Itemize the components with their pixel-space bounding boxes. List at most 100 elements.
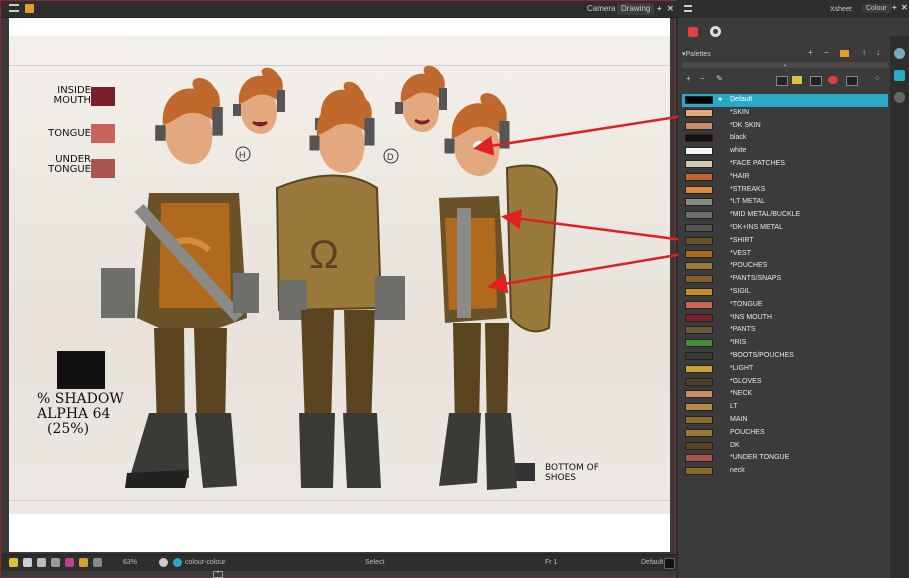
remove-colour-icon[interactable]: − [700,74,705,83]
colour-swatch[interactable] [685,377,713,386]
colour-row[interactable]: *POUCHES [682,260,888,273]
colour-name: *IRIS [730,339,747,347]
colour-swatch[interactable] [685,223,713,232]
colour-row[interactable]: neck [682,465,888,478]
move-up-icon[interactable]: ↑ [862,48,866,57]
remove-palette-icon[interactable]: − [824,48,829,57]
colour-name: *SKIN [730,108,750,116]
colour-name: *HAIR [730,172,750,180]
colour-name: *SHIRT [730,236,754,244]
colour-name: white [730,147,747,155]
colour-swatch[interactable] [685,236,713,245]
colour-name: *POUCHES [730,262,768,270]
colour-row[interactable]: *SIGIL [682,286,888,299]
swatch-tool-5-icon[interactable] [846,76,858,86]
colour-swatch[interactable] [685,275,713,284]
move-down-icon[interactable]: ↓ [876,48,880,57]
add-palette-icon[interactable]: + [808,48,813,57]
colour-swatch[interactable] [685,454,713,463]
swatch-tool-4-icon[interactable] [828,76,838,84]
side-tool-3-icon[interactable] [894,92,905,103]
colour-row[interactable]: *FACE PATCHES [682,158,888,171]
colour-row[interactable]: *LIGHT [682,363,888,376]
colour-row[interactable]: *GLOVES [682,376,888,389]
colour-row[interactable]: *DK SKIN [682,120,888,133]
swatch-tool-3-icon[interactable] [810,76,822,86]
colour-name: LT [730,403,738,411]
colour-swatch[interactable] [685,467,713,476]
colour-name: *UNDER TONGUE [730,454,790,462]
colour-row[interactable]: MAIN [682,414,888,427]
colour-swatch[interactable] [685,121,713,130]
colour-options-icon[interactable]: ⁘ [874,74,881,83]
colour-picker-icon[interactable] [688,27,698,37]
colour-row[interactable]: *BOOTS/POUCHES [682,350,888,363]
colour-name: *INS MOUTH [730,313,772,321]
add-colour-icon[interactable]: + [686,74,691,83]
colour-row[interactable]: *INS MOUTH [682,312,888,325]
swatch-tool-2-icon[interactable] [792,76,802,84]
colour-swatch[interactable] [685,428,713,437]
colour-row[interactable]: DK [682,440,888,453]
colour-row[interactable]: white [682,145,888,158]
colour-row[interactable]: POUCHES [682,427,888,440]
colour-swatch[interactable] [685,172,713,181]
colour-swatch[interactable] [685,415,713,424]
folder-icon[interactable] [840,50,849,57]
colour-row[interactable]: *PANTS [682,324,888,337]
colour-swatch[interactable] [685,390,713,399]
colour-row[interactable]: ● Default [682,94,888,107]
colour-swatch[interactable] [685,185,713,194]
colour-name: DK [730,441,740,449]
colour-row[interactable]: *MID METAL/BUCKLE [682,209,888,222]
colour-swatch[interactable] [685,211,713,220]
palettes-header[interactable]: ▾Palettes [682,50,711,58]
panel-menu-icon[interactable] [684,5,692,12]
colour-row[interactable]: *DK+INS METAL [682,222,888,235]
colour-swatch[interactable] [685,262,713,271]
settings-gear-icon[interactable] [710,26,721,37]
colour-swatch[interactable] [685,96,713,104]
colour-row[interactable]: *TONGUE [682,299,888,312]
colour-swatch[interactable] [685,249,713,258]
colour-swatch[interactable] [685,364,713,373]
colour-row[interactable]: *SHIRT [682,235,888,248]
colour-swatch[interactable] [685,198,713,207]
colour-row[interactable]: LT [682,401,888,414]
colour-swatch[interactable] [685,351,713,360]
colour-name: *BOOTS/POUCHES [730,351,794,359]
colour-swatch[interactable] [685,339,713,348]
colour-swatch[interactable] [685,326,713,335]
colour-row[interactable]: *LT METAL [682,196,888,209]
tab-colour[interactable]: Colour [862,4,891,13]
colour-row[interactable]: *UNDER TONGUE [682,452,888,465]
side-tool-2-icon[interactable] [894,70,905,81]
colour-row[interactable]: black [682,132,888,145]
colour-name: *TONGUE [730,300,763,308]
colour-swatch[interactable] [685,108,713,117]
palette-list-splitter[interactable]: ⌄ [682,62,888,68]
colour-swatch[interactable] [685,134,713,143]
colour-name: *PANTS/SNAPS [730,275,782,283]
colour-row[interactable]: *PANTS/SNAPS [682,273,888,286]
colour-row[interactable]: *NECK [682,388,888,401]
colour-swatch[interactable] [685,441,713,450]
side-tool-1-icon[interactable] [894,48,905,59]
colour-row[interactable]: *IRIS [682,337,888,350]
colour-swatch[interactable] [685,403,713,412]
colour-row[interactable]: *SKIN [682,107,888,120]
eyedropper-icon[interactable]: ✎ [716,74,723,83]
colour-name: *STREAKS [730,185,766,193]
colour-row[interactable]: *VEST [682,248,888,261]
colour-swatch[interactable] [685,159,713,168]
swatch-tool-1-icon[interactable] [776,76,788,86]
colour-swatch[interactable] [685,287,713,296]
colour-swatch[interactable] [685,313,713,322]
colour-row[interactable]: *STREAKS [682,184,888,197]
colour-row[interactable]: *HAIR [682,171,888,184]
panel-add-icon[interactable]: + [892,3,897,12]
tab-xsheet[interactable]: Xsheet [830,6,852,13]
colour-swatch[interactable] [685,147,713,156]
colour-swatch[interactable] [685,300,713,309]
panel-close-icon[interactable]: ✕ [901,3,908,12]
